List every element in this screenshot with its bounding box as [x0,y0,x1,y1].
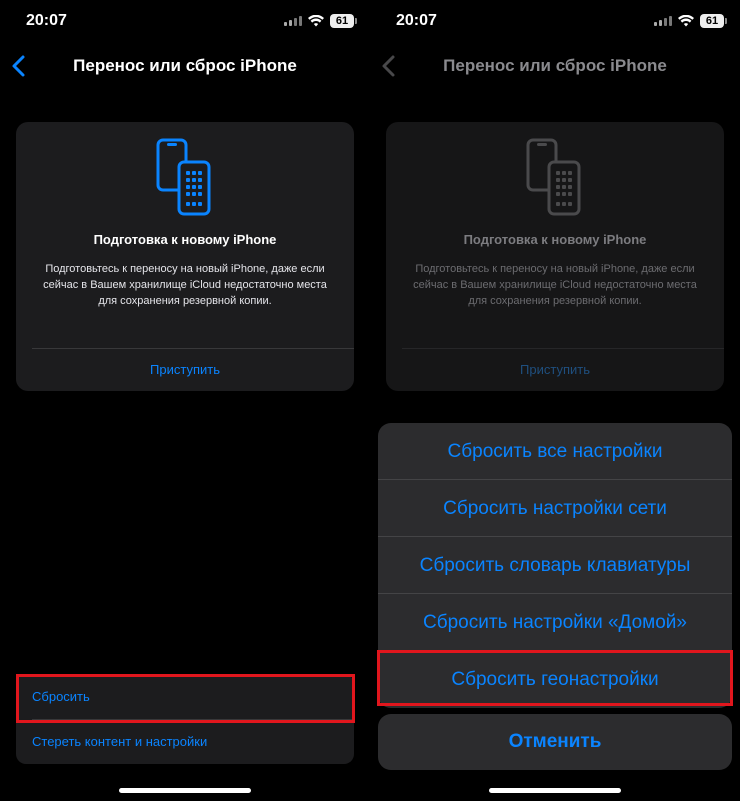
cancel-button[interactable]: Отменить [378,714,732,770]
card-divider [402,348,724,349]
card-divider [32,348,354,349]
prepare-card: Подготовка к новому iPhone Подготовьтесь… [386,122,724,391]
reset-action-sheet: Сбросить все настройки Сбросить настройк… [378,423,732,708]
prepare-card: Подготовка к новому iPhone Подготовьтесь… [16,122,354,391]
card-title: Подготовка к новому iPhone [463,232,647,247]
status-time: 20:07 [26,12,67,29]
status-time: 20:07 [396,12,437,29]
card-description: Подготовьтесь к переносу на новый iPhone… [413,263,697,307]
battery-icon: 61 [330,14,357,28]
reset-network-settings-option[interactable]: Сбросить настройки сети [378,480,732,537]
erase-all-content-button[interactable]: Стереть контент и настройки [16,719,354,764]
home-indicator [119,788,251,793]
cellular-signal-icon [284,16,302,26]
iphone-transfer-icon [156,138,211,216]
get-started-button[interactable]: Приступить [386,362,724,377]
iphone-transfer-icon [526,138,581,216]
left-screen: 20:07 61 Перенос или сброс iPhone Подгот… [0,0,370,801]
reset-list: Сбросить Стереть контент и настройки [16,674,354,764]
reset-all-settings-option[interactable]: Сбросить все настройки [378,423,732,480]
home-indicator [489,788,621,793]
reset-home-screen-option[interactable]: Сбросить настройки «Домой» [378,594,732,651]
right-screen: 20:07 61 Перенос или сброс iPhone Подгот… [370,0,740,801]
page-title: Перенос или сброс iPhone [443,56,667,75]
wifi-icon [308,15,324,27]
reset-keyboard-dictionary-option[interactable]: Сбросить словарь клавиатуры [378,537,732,594]
reset-button[interactable]: Сбросить [16,674,354,719]
reset-location-privacy-option[interactable]: Сбросить геонастройки [378,651,732,708]
battery-icon: 61 [700,14,727,28]
status-icons: 61 [284,14,357,28]
card-description: Подготовьтесь к переносу на новый iPhone… [43,263,327,307]
get-started-button[interactable]: Приступить [16,362,354,377]
page-title: Перенос или сброс iPhone [73,56,297,75]
wifi-icon [678,15,694,27]
card-title: Подготовка к новому iPhone [93,232,277,247]
cellular-signal-icon [654,16,672,26]
status-icons: 61 [654,14,727,28]
